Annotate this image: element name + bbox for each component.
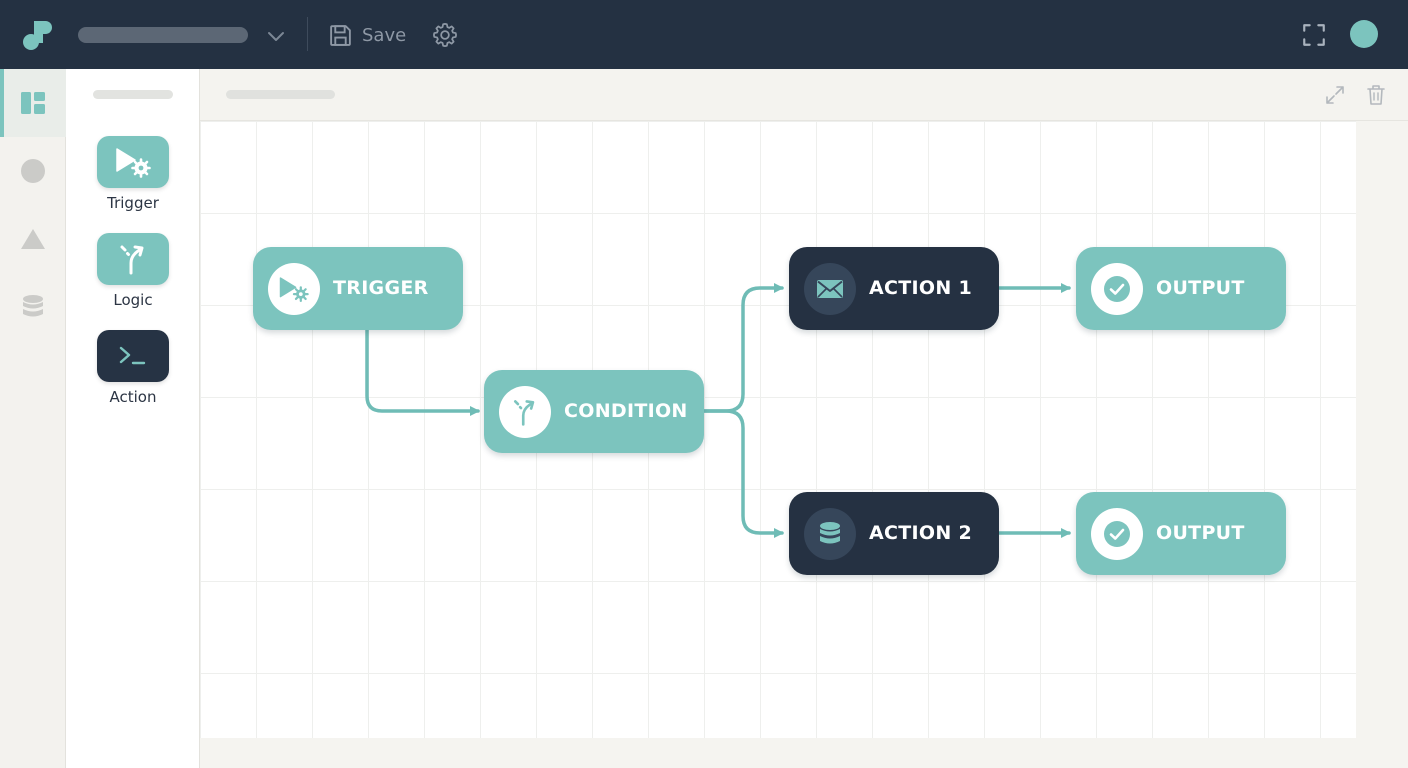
palette-tool-logic[interactable]: Logic: [66, 233, 200, 313]
save-label: Save: [362, 24, 407, 46]
node-label: ACTION 2: [869, 522, 972, 544]
workflow-canvas-grid[interactable]: [200, 121, 1356, 738]
avatar[interactable]: [1350, 20, 1378, 48]
tool-label: Trigger: [107, 194, 159, 212]
flow-node-trigger[interactable]: TRIGGER: [253, 247, 463, 330]
node-label: CONDITION: [564, 400, 688, 422]
tool-tile: [97, 330, 169, 382]
rail-item-database[interactable]: [0, 273, 66, 341]
flow-node-condition[interactable]: CONDITION: [484, 370, 704, 453]
branch-icon: [513, 400, 535, 426]
tool-tile: [97, 136, 169, 188]
node-label: OUTPUT: [1156, 277, 1245, 299]
flow-node-output1[interactable]: OUTPUT: [1076, 247, 1286, 330]
save-button[interactable]: Save: [328, 20, 406, 50]
canvas-panel: [200, 69, 1408, 768]
triangle-icon: [21, 229, 45, 249]
flow-node-action1[interactable]: ACTION 1: [789, 247, 999, 330]
branch-icon: [120, 245, 144, 275]
node-badge: [1091, 263, 1143, 315]
workflow-title-placeholder[interactable]: [78, 27, 248, 43]
node-palette: Trigger Logic Action: [66, 69, 200, 768]
node-label: OUTPUT: [1156, 522, 1245, 544]
node-badge: [804, 263, 856, 315]
fullscreen-icon[interactable]: [1301, 22, 1327, 48]
play-gear-icon: [116, 148, 151, 178]
tool-tile: [97, 233, 169, 285]
mail-icon: [817, 280, 843, 298]
node-label: ACTION 1: [869, 277, 972, 299]
palette-title-placeholder: [93, 90, 173, 99]
database-icon: [23, 295, 43, 317]
node-label: TRIGGER: [333, 277, 429, 299]
tool-label: Action: [109, 388, 157, 406]
chevron-down-icon[interactable]: [264, 24, 288, 48]
icon-rail: [0, 69, 66, 768]
database-icon: [820, 522, 840, 544]
rail-item-circle[interactable]: [0, 137, 66, 205]
check-circle-icon: [1104, 276, 1130, 302]
check-circle-icon: [1104, 521, 1130, 547]
rail-item-triangle[interactable]: [0, 205, 66, 273]
save-icon: [330, 24, 351, 46]
palette-tool-trigger[interactable]: Trigger: [66, 136, 200, 216]
tool-label: Logic: [113, 291, 153, 309]
dashboard-icon: [21, 92, 45, 114]
circle-icon: [21, 159, 45, 183]
expand-icon[interactable]: [1324, 84, 1346, 106]
rail-item-dashboard[interactable]: [0, 69, 66, 137]
flow-node-output2[interactable]: OUTPUT: [1076, 492, 1286, 575]
node-badge: [1091, 508, 1143, 560]
flow-node-action2[interactable]: ACTION 2: [789, 492, 999, 575]
play-gear-icon: [279, 277, 309, 303]
top-bar: Save: [0, 0, 1408, 69]
gear-icon[interactable]: [431, 21, 459, 49]
node-badge: [499, 386, 551, 438]
terminal-icon: [119, 346, 146, 365]
palette-tool-action[interactable]: Action: [66, 330, 200, 410]
trash-icon[interactable]: [1365, 83, 1387, 107]
canvas-header: [200, 69, 1408, 121]
node-badge: [804, 508, 856, 560]
toolbar-divider: [307, 17, 308, 51]
canvas-title-placeholder: [226, 90, 335, 99]
app-logo-icon[interactable]: [22, 19, 54, 51]
node-badge: [268, 263, 320, 315]
